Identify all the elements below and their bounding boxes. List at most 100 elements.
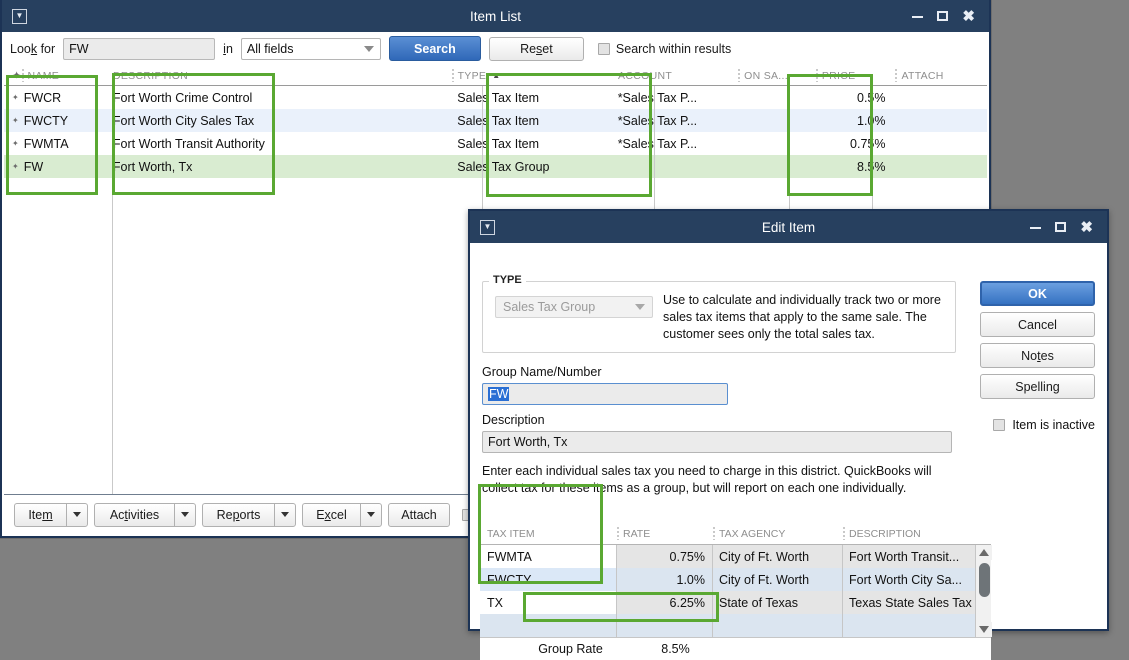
column-header-type[interactable]: TYPE ▲ <box>450 66 610 85</box>
column-header-account[interactable]: ACCOUNT <box>610 66 736 85</box>
close-icon[interactable]: ✖ <box>962 9 975 24</box>
tax-grid-scrollbar[interactable] <box>975 545 991 637</box>
chevron-down-icon <box>281 512 289 517</box>
column-grip-icon <box>895 69 897 82</box>
description-input[interactable]: Fort Worth, Tx <box>482 431 952 453</box>
item-inactive-row[interactable]: Item is inactive <box>993 418 1095 432</box>
spelling-button[interactable]: Spelling <box>980 374 1095 399</box>
column-header-price[interactable]: PRICE <box>814 66 894 85</box>
item-menu-split-button[interactable]: Item <box>14 503 88 527</box>
item-inactive-checkbox[interactable] <box>993 419 1005 431</box>
search-within-results-row[interactable]: Search within results <box>598 42 731 56</box>
item-dropdown-arrow[interactable] <box>66 503 88 527</box>
item-list-titlebar: ▼ Item List ✖ <box>2 0 989 32</box>
excel-menu-split-button[interactable]: Excel <box>302 503 382 527</box>
cell-tax-item: FWMTA <box>480 545 616 568</box>
type-legend: TYPE <box>489 274 526 286</box>
type-select-value: Sales Tax Group <box>503 300 595 314</box>
cell-description: Texas State Sales Tax <box>842 591 975 614</box>
item-list-header-row: ✦ NAME DESCRIPTION TYPE ▲ ACCOUNT O <box>4 66 987 86</box>
group-name-input[interactable]: FW <box>482 383 728 405</box>
cell-name: ✦ FWCTY <box>4 109 105 132</box>
column-separator <box>112 86 113 494</box>
edit-item-body: TYPE Sales Tax Group Use to calculate an… <box>470 243 1107 629</box>
cell-tax-item <box>480 614 616 637</box>
excel-dropdown-arrow[interactable] <box>360 503 382 527</box>
maximize-icon[interactable] <box>937 10 948 23</box>
cell-type: Sales Tax Item <box>449 86 609 109</box>
column-grip-icon <box>713 527 715 540</box>
column-header-label: PRICE <box>822 70 856 82</box>
column-header-rate[interactable]: RATE <box>616 523 712 544</box>
column-header-attach[interactable]: ATTACH <box>893 66 987 85</box>
item-button[interactable]: Item <box>14 503 66 527</box>
look-for-input[interactable] <box>63 38 215 60</box>
group-rate-value: 8.5% <box>632 638 712 660</box>
system-menu-icon[interactable]: ▼ <box>480 220 495 235</box>
sort-grip-icon: ✦ <box>12 69 22 82</box>
column-header-tax-agency[interactable]: TAX AGENCY <box>712 523 842 544</box>
column-separator <box>616 545 617 637</box>
edit-item-titlebar: ▼ Edit Item ✖ <box>470 211 1107 243</box>
reports-menu-split-button[interactable]: Reports <box>202 503 296 527</box>
table-row[interactable]: ✦ FWCTY Fort Worth City Sales Tax Sales … <box>4 109 987 132</box>
look-for-label: Look for <box>10 42 55 56</box>
notes-button[interactable]: Notes <box>980 343 1095 368</box>
search-field-select[interactable]: All fields <box>241 38 381 60</box>
table-row[interactable]: ✦ FWCR Fort Worth Crime Control Sales Ta… <box>4 86 987 109</box>
cell-price: 0.5% <box>813 86 893 109</box>
item-bullet-icon: ✦ <box>12 93 19 102</box>
ok-button[interactable]: OK <box>980 281 1095 306</box>
reports-dropdown-arrow[interactable] <box>274 503 296 527</box>
item-bullet-icon: ✦ <box>12 162 19 171</box>
system-menu-icon[interactable]: ▼ <box>12 9 27 24</box>
activities-button[interactable]: Activities <box>94 503 174 527</box>
cell-attach <box>894 155 987 178</box>
tax-grid-row[interactable] <box>480 614 991 637</box>
search-within-results-checkbox[interactable] <box>598 43 610 55</box>
cell-description: Fort Worth Crime Control <box>105 86 449 109</box>
search-button[interactable]: Search <box>389 36 481 61</box>
cell-description: Fort Worth Transit... <box>842 545 975 568</box>
minimize-icon[interactable] <box>1030 221 1041 234</box>
close-icon[interactable]: ✖ <box>1080 220 1093 235</box>
maximize-icon[interactable] <box>1055 221 1066 234</box>
cell-description: Fort Worth City Sales Tax <box>105 109 449 132</box>
tax-grid-row[interactable]: FWCTY 1.0% City of Ft. Worth Fort Worth … <box>480 568 991 591</box>
column-header-description[interactable]: DESCRIPTION <box>105 66 450 85</box>
edit-item-buttons: OK Cancel Notes Spelling <box>980 281 1095 405</box>
group-rate-row: Group Rate 8.5% <box>480 637 991 660</box>
minimize-icon[interactable] <box>912 10 923 23</box>
cell-price: 0.75% <box>813 132 893 155</box>
table-row[interactable]: ✦ FW Fort Worth, Tx Sales Tax Group 8.5% <box>4 155 987 178</box>
column-header-name[interactable]: ✦ NAME <box>4 66 105 85</box>
instructions-text: Enter each individual sales tax you need… <box>482 463 952 497</box>
type-select[interactable]: Sales Tax Group <box>495 296 653 318</box>
column-header-tax-item[interactable]: TAX ITEM <box>480 523 616 544</box>
excel-button[interactable]: Excel <box>302 503 360 527</box>
cancel-button[interactable]: Cancel <box>980 312 1095 337</box>
cell-rate: 6.25% <box>616 591 712 614</box>
scrollbar-thumb[interactable] <box>979 563 990 597</box>
reports-button[interactable]: Reports <box>202 503 274 527</box>
reset-button[interactable]: Reset <box>489 37 584 61</box>
tax-grid-row[interactable]: FWMTA 0.75% City of Ft. Worth Fort Worth… <box>480 545 991 568</box>
cell-tax-agency <box>712 614 842 637</box>
group-rate-spacer <box>480 638 502 660</box>
cell-attach <box>894 132 987 155</box>
table-row[interactable]: ✦ FWMTA Fort Worth Transit Authority Sal… <box>4 132 987 155</box>
attach-button[interactable]: Attach <box>388 503 450 527</box>
tax-grid-header-row: TAX ITEM RATE TAX AGENCY DESCRIPTION <box>480 523 991 545</box>
activities-menu-split-button[interactable]: Activities <box>94 503 196 527</box>
tax-grid-row[interactable]: TX 6.25% State of Texas Texas State Sale… <box>480 591 991 614</box>
column-header-description[interactable]: DESCRIPTION <box>842 523 991 544</box>
item-bullet-icon: ✦ <box>12 139 19 148</box>
chevron-down-icon <box>635 304 645 310</box>
cell-type: Sales Tax Item <box>449 132 609 155</box>
column-header-on-sale[interactable]: ON SA... <box>736 66 814 85</box>
column-header-label: TYPE <box>458 70 487 82</box>
scroll-down-arrow-icon[interactable] <box>976 622 992 637</box>
scroll-up-arrow-icon[interactable] <box>976 545 992 560</box>
cell-description <box>842 614 975 637</box>
activities-dropdown-arrow[interactable] <box>174 503 196 527</box>
